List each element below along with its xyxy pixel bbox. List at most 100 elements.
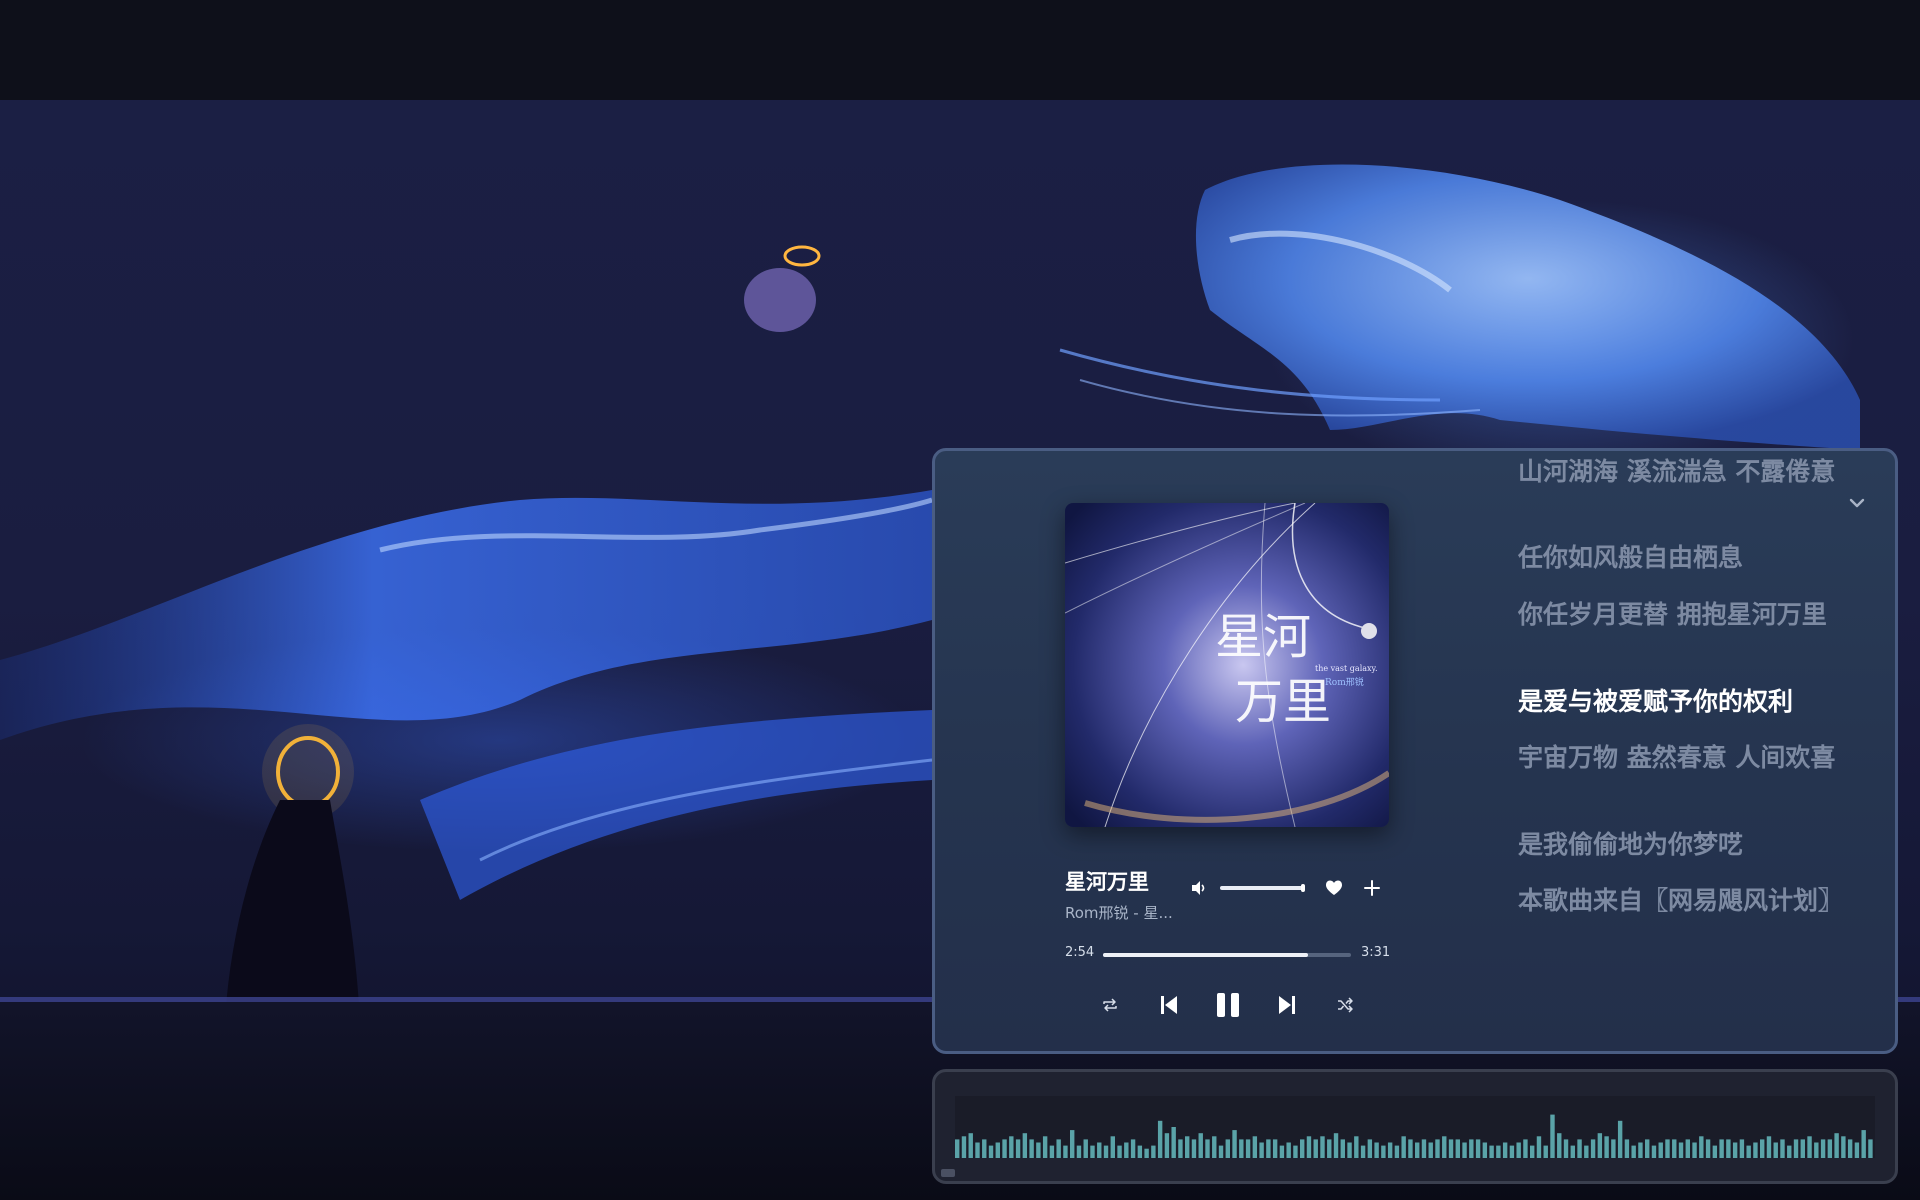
visualizer-bar <box>1185 1136 1190 1158</box>
visualizer-bar <box>1036 1142 1041 1158</box>
visualizer-bar <box>1137 1145 1143 1158</box>
lyric-line[interactable]: 是我偷偷地为你梦呓 <box>1518 826 1838 863</box>
volume-icon[interactable] <box>1190 879 1208 897</box>
skip-previous-icon[interactable] <box>1155 991 1183 1019</box>
visualizer-bar <box>1421 1139 1427 1158</box>
visualizer-bar <box>1333 1133 1339 1158</box>
cover-title-line2: 万里 <box>1235 674 1331 730</box>
visualizer-bar <box>1124 1142 1129 1158</box>
visualizer-bar <box>1739 1139 1745 1158</box>
visualizer-bar <box>1313 1139 1318 1158</box>
visualizer-bar <box>1665 1139 1670 1158</box>
visualizer-bar <box>1198 1133 1203 1158</box>
visualizer-bar <box>1807 1136 1812 1158</box>
visualizer-bar <box>1692 1142 1697 1158</box>
visualizer-bar <box>1820 1139 1826 1158</box>
visualizer-bar <box>1191 1139 1197 1158</box>
music-player-window: 星河 万里 the vast galaxy. Rom邢锐 星河万里 Rom邢锐 … <box>932 448 1898 1054</box>
visualizer-bar <box>1766 1136 1772 1158</box>
visualizer-bar <box>1097 1142 1102 1158</box>
visualizer-bar <box>1286 1142 1291 1158</box>
visualizer-bar <box>1408 1139 1413 1158</box>
visualizer-bar <box>1712 1145 1718 1158</box>
visualizer-bar <box>1266 1139 1271 1158</box>
visualizer-bar <box>988 1145 994 1158</box>
visualizer-bar <box>1415 1142 1420 1158</box>
visualizer-bar <box>1306 1136 1312 1158</box>
visualizer-bar <box>1516 1142 1521 1158</box>
visualizer-bar <box>1834 1133 1839 1158</box>
repeat-icon[interactable] <box>1098 993 1122 1017</box>
visualizer-bar <box>1063 1145 1068 1158</box>
visualizer-bar <box>1002 1139 1007 1158</box>
visualizer-bar <box>1130 1139 1136 1158</box>
visualizer-bar <box>1753 1142 1758 1158</box>
visualizer-bar <box>1597 1133 1603 1158</box>
volume-slider[interactable] <box>1220 884 1305 892</box>
visualizer-bar <box>1009 1136 1014 1158</box>
visualizer-bar <box>1428 1142 1433 1158</box>
visualizer-bar <box>1340 1139 1345 1158</box>
visualizer-bar <box>1489 1145 1494 1158</box>
song-artist[interactable]: Rom邢锐 - 星... <box>1065 902 1181 923</box>
visualizer-bar <box>1056 1139 1061 1158</box>
visualizer-bar <box>1448 1139 1454 1158</box>
lyric-line[interactable]: 山河湖海 溪流湍急 不露倦意 <box>1518 453 1838 490</box>
visualizer-bar <box>1530 1145 1535 1158</box>
progress-bar[interactable] <box>1103 953 1351 957</box>
pause-icon[interactable] <box>1211 988 1245 1022</box>
visualizer-bar <box>1651 1145 1657 1158</box>
visualizer-bar <box>1590 1139 1596 1158</box>
visualizer-bar <box>1387 1142 1393 1158</box>
volume-slider-thumb[interactable] <box>1301 884 1305 892</box>
visualizer-bar <box>1239 1139 1244 1158</box>
visualizer-bar <box>1354 1136 1359 1158</box>
lyric-line-active[interactable]: 是爱与被爱赋予你的权利 <box>1518 683 1838 720</box>
visualizer-bar <box>1455 1139 1460 1158</box>
chevron-down-icon[interactable] <box>1845 491 1869 515</box>
visualizer-bar <box>1570 1145 1575 1158</box>
visualizer-bar <box>1225 1139 1230 1158</box>
time-current: 2:54 <box>1065 945 1095 960</box>
visualizer-bar <box>1672 1139 1677 1158</box>
visualizer-bar <box>1171 1127 1176 1158</box>
visualizer-bar <box>1327 1139 1332 1158</box>
lyric-line[interactable]: 任你如风般自由栖息 <box>1518 539 1838 576</box>
visualizer-bar <box>1218 1145 1224 1158</box>
plus-icon[interactable] <box>1362 878 1382 898</box>
heart-icon[interactable] <box>1325 879 1343 897</box>
visualizer-bar <box>1557 1133 1562 1158</box>
visualizer-bar <box>1543 1145 1548 1158</box>
lyric-line[interactable]: 本歌曲来自〖网易飓风计划〗 <box>1518 882 1843 919</box>
cover-artist: Rom邢锐 <box>1325 676 1364 688</box>
visualizer-bar <box>1401 1136 1406 1158</box>
visualizer-bar <box>961 1136 967 1158</box>
visualizer-bar <box>1482 1142 1488 1158</box>
visualizer-bar <box>1090 1145 1095 1158</box>
visualizer-bar <box>1827 1139 1833 1158</box>
cover-subtitle: the vast galaxy. <box>1315 664 1378 673</box>
resize-handle[interactable] <box>941 1169 955 1177</box>
visualizer-bar <box>1212 1136 1217 1158</box>
visualizer-bar <box>1699 1136 1704 1158</box>
visualizer-bar <box>1496 1145 1501 1158</box>
lyric-line[interactable]: 你任岁月更替 拥抱星河万里 <box>1518 596 1838 633</box>
visualizer-bar <box>1658 1142 1663 1158</box>
visualizer-bar <box>1563 1139 1569 1158</box>
visualizer-bar <box>1070 1130 1075 1158</box>
visualizer-bar <box>1861 1130 1866 1158</box>
visualizer-bar <box>1509 1145 1515 1158</box>
visualizer-bar <box>982 1139 987 1158</box>
visualizer-bar <box>1584 1145 1589 1158</box>
visualizer-bar <box>1746 1145 1751 1158</box>
visualizer-bar <box>1611 1139 1616 1158</box>
visualizer-bar <box>1678 1142 1684 1158</box>
skip-next-icon[interactable] <box>1273 991 1301 1019</box>
shuffle-icon[interactable] <box>1333 993 1357 1017</box>
visualizer-bar <box>1732 1142 1738 1158</box>
visualizer-bar <box>1245 1139 1251 1158</box>
visualizer-bar <box>1854 1142 1860 1158</box>
visualizer-bar <box>1117 1145 1122 1158</box>
lyric-line[interactable]: 宇宙万物 盎然春意 人间欢喜 <box>1518 739 1838 776</box>
visualizer-bar <box>1523 1139 1528 1158</box>
